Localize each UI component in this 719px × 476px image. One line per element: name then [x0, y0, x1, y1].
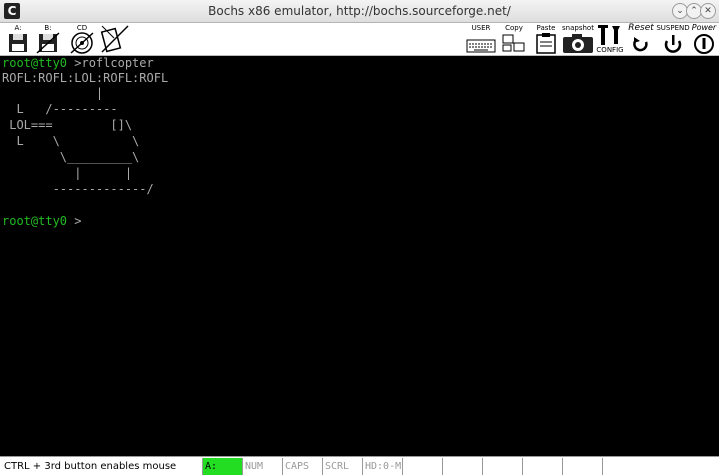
floppy-b-button[interactable]: B: [36, 24, 60, 54]
terminal-line: L /--------- [2, 102, 118, 116]
caps-lock-indicator: CAPS [282, 458, 322, 475]
paste-button[interactable]: Paste [532, 24, 560, 54]
window-title: Bochs x86 emulator, http://bochs.sourcef… [208, 4, 511, 18]
floppy-a-icon [9, 34, 27, 52]
reset-button[interactable]: Reset [626, 24, 656, 54]
floppy-a-button[interactable]: A: [6, 24, 30, 54]
network-disabled-icon [100, 25, 129, 53]
snapshot-label: snapshot [562, 24, 594, 32]
cdrom-icon [70, 32, 94, 54]
keyboard-icon [466, 39, 496, 53]
terminal-line: root@tty0 >roflcopter [2, 56, 154, 70]
config-button[interactable]: CONFIG [596, 24, 624, 54]
status-bar: CTRL + 3rd button enables mouse A: NUM C… [0, 456, 719, 476]
terminal-line: root@tty0 > [2, 214, 81, 228]
copy-button[interactable]: Copy [500, 24, 528, 54]
terminal-line: | [2, 86, 104, 100]
suspend-button[interactable]: SUSPEND [656, 24, 690, 54]
status-slot [522, 458, 562, 475]
camera-icon [563, 34, 593, 53]
config-label: CONFIG [596, 46, 624, 54]
suspend-label: SUSPEND [656, 24, 690, 32]
title-bar: C Bochs x86 emulator, http://bochs.sourc… [0, 0, 719, 23]
status-message: CTRL + 3rd button enables mouse [4, 461, 177, 472]
hard-disk-indicator: HD:0-M [362, 458, 402, 475]
reset-label: Reset [628, 23, 654, 33]
terminal-line: | | [2, 166, 133, 180]
emulator-screen[interactable]: root@tty0 >roflcopter ROFL:ROFL:LOL:ROFL… [0, 56, 719, 456]
cdrom-label: CD [76, 24, 88, 32]
snapshot-button[interactable]: snapshot [560, 24, 596, 54]
terminal-line: -------------/ [2, 182, 154, 196]
bochs-toolbar: A: B: CD USER Copy Paste snapshot CONFIG… [0, 23, 719, 56]
floppy-a-label: A: [14, 24, 22, 32]
num-lock-indicator: NUM [242, 458, 282, 475]
close-icon[interactable]: ✕ [700, 3, 716, 19]
terminal-line: ROFL:ROFL:LOL:ROFL:ROFL [2, 71, 169, 85]
shell-command: > [74, 214, 82, 228]
network-button[interactable] [100, 24, 130, 54]
scroll-lock-indicator: SCRL [322, 458, 362, 475]
floppy-a-led: A: [202, 458, 242, 475]
reset-icon [633, 37, 648, 52]
power-label: Power [691, 23, 717, 32]
floppy-b-label: B: [44, 24, 52, 32]
status-slot [482, 458, 522, 475]
status-slot [602, 458, 719, 475]
paste-label: Paste [536, 24, 556, 32]
shell-command: >roflcopter [74, 56, 154, 70]
power-icon [694, 34, 714, 54]
suspend-icon [664, 35, 682, 53]
shell-prompt: root@tty0 [2, 214, 75, 228]
paste-icon [536, 33, 556, 54]
config-icon [598, 25, 620, 45]
copy-icon [502, 34, 525, 52]
terminal-line: \_________\ [2, 150, 140, 164]
user-label: USER [471, 24, 491, 32]
shell-prompt: root@tty0 [2, 56, 75, 70]
status-slot [402, 458, 442, 475]
floppy-b-icon [36, 32, 60, 54]
power-button[interactable]: Power [690, 24, 718, 54]
status-slot [442, 458, 482, 475]
terminal-line: LOL=== []\ [2, 118, 133, 132]
user-button[interactable]: USER [466, 24, 496, 54]
copy-label: Copy [505, 24, 523, 32]
cdrom-button[interactable]: CD [68, 24, 96, 54]
status-slot [562, 458, 602, 475]
terminal-line: L \ \ [2, 134, 140, 148]
